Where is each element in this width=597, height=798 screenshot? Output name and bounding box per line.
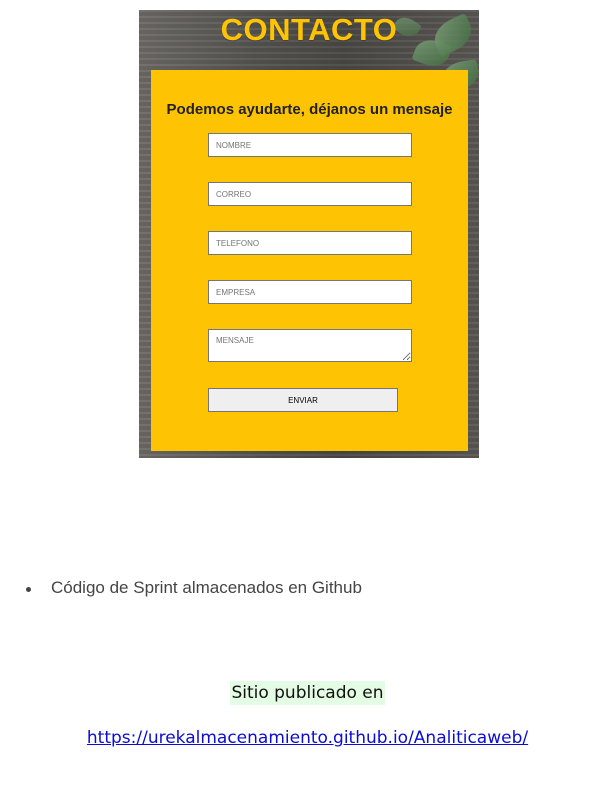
name-input[interactable] <box>208 133 412 157</box>
message-textarea[interactable] <box>208 329 412 362</box>
feature-list: Código de Sprint almacenados en Github <box>26 578 362 598</box>
published-label-text: Sitio publicado en <box>230 681 385 705</box>
contact-form-screenshot: CONTACTO Podemos ayudarte, déjanos un me… <box>139 10 479 458</box>
contact-form: Podemos ayudarte, déjanos un mensaje ENV… <box>151 70 468 451</box>
submit-button[interactable]: ENVIAR <box>208 388 398 412</box>
company-input[interactable] <box>208 280 412 304</box>
bullet-icon <box>26 586 31 592</box>
form-heading: Podemos ayudarte, déjanos un mensaje <box>166 101 453 118</box>
site-link[interactable]: https://urekalmacenamiento.github.io/Ana… <box>87 728 528 748</box>
email-input[interactable] <box>208 182 412 206</box>
list-item-text: Código de Sprint almacenados en Github <box>51 578 362 597</box>
list-item: Código de Sprint almacenados en Github <box>26 578 362 598</box>
phone-input[interactable] <box>208 231 412 255</box>
site-link-container: https://urekalmacenamiento.github.io/Ana… <box>0 728 597 748</box>
published-label: Sitio publicado en <box>0 681 597 705</box>
contact-title: CONTACTO <box>220 12 398 47</box>
